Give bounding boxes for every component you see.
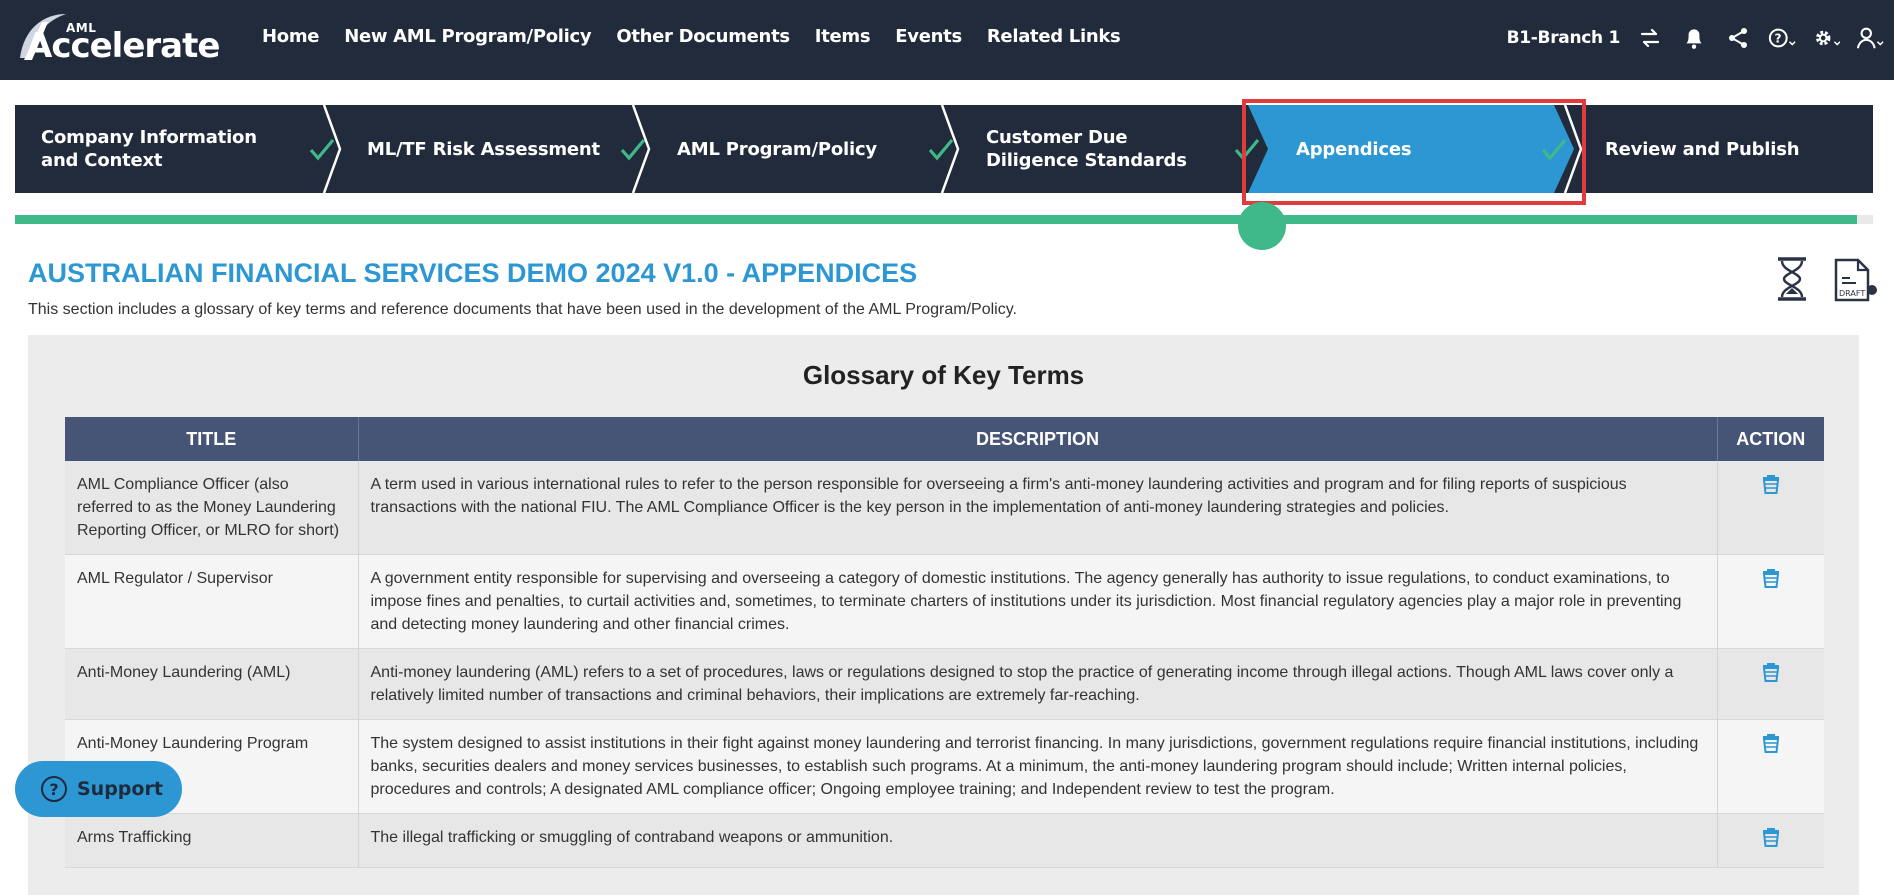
nav-home[interactable]: Home	[262, 26, 320, 47]
page-title: AUSTRALIAN FINANCIAL SERVICES DEMO 2024 …	[28, 258, 918, 288]
progress-bar	[15, 202, 1873, 250]
row-description: A government entity responsible for supe…	[358, 554, 1718, 649]
support-label: Support	[77, 778, 163, 800]
step-review-and-publish[interactable]: Review and Publish	[1605, 105, 1865, 193]
gear-icon[interactable]	[1812, 24, 1840, 52]
top-navigation-bar: AML Accelerate Home New AML Program/Poli…	[0, 0, 1894, 80]
app-logo[interactable]: AML Accelerate	[14, 8, 224, 70]
draft-document-icon[interactable]: DRAFT	[1830, 256, 1877, 304]
nav-related-links[interactable]: Related Links	[987, 26, 1121, 47]
column-header-action: ACTION	[1717, 417, 1824, 461]
step-ml-tf-risk-assessment[interactable]: ML/TF Risk Assessment	[367, 105, 657, 193]
support-button[interactable]: ? Support	[15, 761, 182, 817]
nav-events[interactable]: Events	[895, 26, 962, 47]
step-label-line: AML Program/Policy	[677, 138, 877, 160]
step-divider	[940, 105, 960, 193]
switch-icon[interactable]	[1636, 24, 1664, 52]
step-label-line: ML/TF Risk Assessment	[367, 138, 600, 160]
step-divider	[631, 105, 651, 193]
nav-items[interactable]: Items	[815, 26, 871, 47]
wizard-stepper: Company Information and Context ML/TF Ris…	[15, 105, 1873, 193]
hourglass-icon[interactable]	[1772, 256, 1816, 304]
step-label-line: Company Information	[41, 127, 257, 148]
step-label-line: Review and Publish	[1605, 138, 1800, 160]
help-icon[interactable]: ?	[1768, 24, 1796, 52]
glossary-heading: Glossary of Key Terms	[802, 360, 1085, 390]
share-icon[interactable]	[1724, 24, 1752, 52]
table-row: AML Regulator / Supervisor A government …	[65, 554, 1824, 649]
row-description: The system designed to assist institutio…	[358, 719, 1718, 814]
step-divider	[322, 105, 342, 193]
draft-badge-text: DRAFT	[1839, 289, 1865, 298]
table-row: Arms Trafficking The illegal trafficking…	[65, 813, 1824, 868]
table-row: AML Compliance Officer (also referred to…	[65, 461, 1824, 555]
delete-icon[interactable]	[1760, 661, 1782, 683]
page-description: This section includes a glossary of key …	[28, 301, 1017, 318]
delete-icon[interactable]	[1760, 826, 1782, 848]
row-title: Anti-Money Laundering (AML)	[65, 648, 359, 720]
bell-icon[interactable]	[1680, 24, 1708, 52]
step-customer-due-diligence[interactable]: Customer Due Diligence Standards	[986, 105, 1260, 193]
logo-wordmark: Accelerate	[26, 26, 220, 66]
row-title: Arms Trafficking	[65, 813, 359, 868]
help-circle-icon: ?	[41, 776, 67, 802]
step-label-line: and Context	[41, 150, 163, 171]
table-row: Anti-Money Laundering (AML) Anti-money l…	[65, 648, 1824, 720]
step-label-line: Diligence Standards	[986, 150, 1187, 171]
row-description: Anti-money laundering (AML) refers to a …	[358, 648, 1718, 720]
table-row: Anti-Money Laundering Program The system…	[65, 719, 1824, 814]
delete-icon[interactable]	[1760, 473, 1782, 495]
nav-new-aml-program[interactable]: New AML Program/Policy	[344, 26, 591, 47]
glossary-panel: Glossary of Key Terms TITLE DESCRIPTION …	[28, 335, 1859, 895]
active-step-highlight	[1242, 99, 1586, 205]
nav-other-documents[interactable]: Other Documents	[616, 26, 790, 47]
row-title: AML Regulator / Supervisor	[65, 554, 359, 649]
svg-text:?: ?	[1775, 32, 1782, 46]
column-header-title[interactable]: TITLE	[65, 417, 359, 461]
row-description: The illegal trafficking or smuggling of …	[358, 813, 1718, 868]
branch-label[interactable]: B1-Branch 1	[1507, 28, 1621, 48]
step-company-information[interactable]: Company Information and Context	[41, 105, 351, 193]
delete-icon[interactable]	[1760, 567, 1782, 589]
user-icon[interactable]	[1856, 24, 1884, 52]
progress-marker[interactable]	[1238, 202, 1286, 250]
progress-fill	[15, 215, 1857, 224]
delete-icon[interactable]	[1760, 732, 1782, 754]
glossary-table: TITLE DESCRIPTION ACTION AML Compliance …	[65, 417, 1824, 868]
top-right-controls: B1-Branch 1 ?	[1507, 24, 1884, 52]
main-nav: Home New AML Program/Policy Other Docume…	[262, 26, 1121, 47]
step-label-line: Customer Due	[986, 127, 1128, 148]
step-aml-program-policy[interactable]: AML Program/Policy	[677, 105, 967, 193]
row-description: A term used in various international rul…	[358, 461, 1718, 555]
row-title: AML Compliance Officer (also referred to…	[65, 461, 359, 555]
column-header-description[interactable]: DESCRIPTION	[358, 417, 1718, 461]
